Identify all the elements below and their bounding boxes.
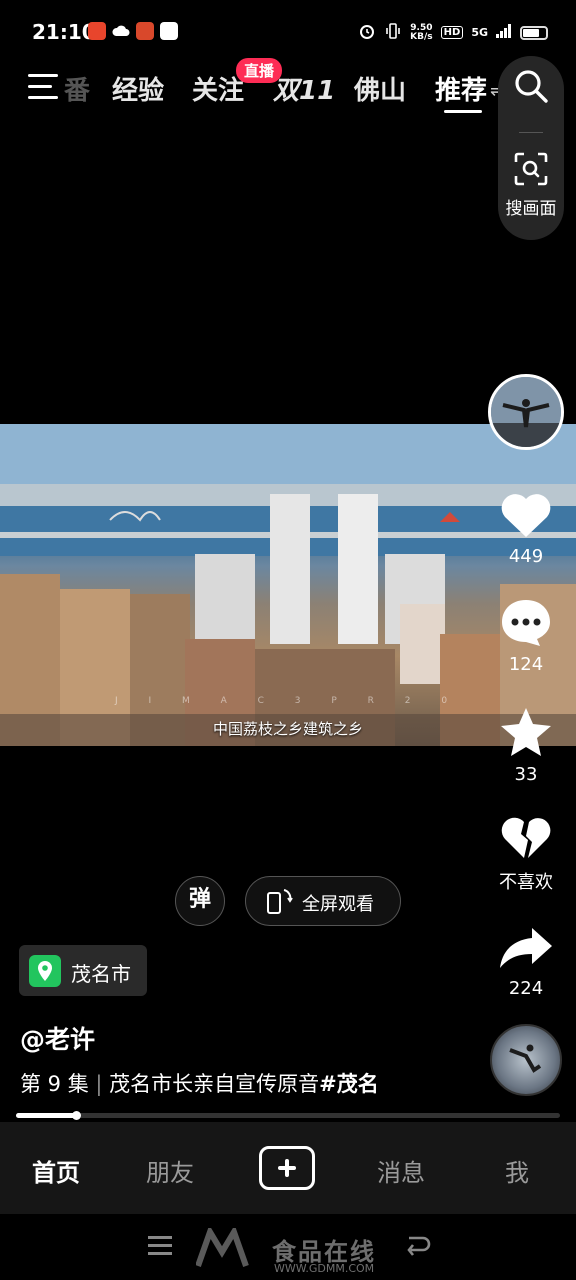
image-search-label[interactable]: 搜画面 [498,194,564,219]
search-icon[interactable] [513,68,549,108]
active-tab-indicator [444,110,482,113]
heart-icon [501,494,551,537]
menu-icon[interactable] [28,74,62,104]
tab-recommend[interactable]: 推荐 [435,70,487,107]
star-icon [501,708,551,756]
create-button[interactable] [259,1146,315,1190]
video-faint-text: J I M A C 3 P R 2 0 [114,696,462,706]
location-chip[interactable]: 茂名市 [19,945,147,996]
comment-count: 124 [508,654,544,675]
post-title: 茂名市长亲自宣传原音 [109,1072,320,1096]
nav-messages[interactable]: 消息 [377,1153,425,1188]
broken-heart-icon [501,817,551,858]
post-caption: 第 9 集 | 茂名市长亲自宣传原音#茂名 [20,1068,379,1098]
image-search-icon[interactable] [514,152,548,190]
like-button[interactable]: 449 [494,490,558,567]
hashtag-link[interactable]: #茂名 [319,1072,379,1096]
signal-icon [496,24,512,41]
cloud-icon [112,22,130,40]
status-time: 21:10 [32,20,96,44]
tab-partial[interactable]: 番 [64,70,90,107]
search-panel: 搜画面 [498,56,564,240]
nav-home[interactable]: 首页 [32,1153,80,1188]
favorite-count: 33 [514,764,538,785]
battery-icon [520,25,548,40]
author-avatar[interactable] [488,374,564,450]
playback-progress[interactable] [16,1111,560,1120]
music-disc[interactable] [490,1024,562,1096]
net-speed-unit: KB/s [410,31,433,42]
divider [519,132,543,133]
dislike-button[interactable]: 不喜欢 [494,812,558,894]
location-label: 茂名市 [71,962,131,986]
video-frame[interactable]: J I M A C 3 P R 2 0 中国荔枝之乡建筑之乡 [0,424,576,746]
app-notification-icon [88,22,106,40]
watermark-url: WWW.GDMM.COM [274,1262,375,1275]
tab-foshan[interactable]: 佛山 [354,70,406,107]
caption-separator: | [95,1072,103,1096]
status-bar: 21:10 9.50 KB/s HD 5G [0,0,576,62]
episode-number: 第 9 集 [20,1072,89,1096]
share-count: 224 [508,978,544,999]
nav-friends[interactable]: 朋友 [146,1153,194,1188]
location-pin-icon [29,955,61,987]
top-tab-bar: 番 经验 关注 直播 双11 佛山 推荐 ⇌ [0,58,505,122]
progress-handle[interactable] [72,1111,81,1120]
back-icon[interactable] [403,1234,431,1258]
tab-double11[interactable]: 双11 [273,70,335,107]
progress-fill [16,1113,76,1118]
tab-experience[interactable]: 经验 [112,70,164,107]
vibrate-icon [384,22,402,43]
favorite-button[interactable]: 33 [494,706,558,785]
bottom-nav: 首页 朋友 消息 我 [0,1122,576,1214]
status-indicators: 9.50 KB/s HD 5G [358,22,548,43]
hd-badge: HD [440,26,464,39]
rotate-screen-icon [267,889,293,914]
recent-apps-icon[interactable] [148,1236,172,1256]
app-notification-icon [160,22,178,40]
fullscreen-button[interactable]: 全屏观看 [245,876,401,926]
net-speed: 9.50 KB/s [410,23,433,42]
video-subtitle: 中国荔枝之乡建筑之乡 [212,720,363,738]
comment-icon [502,600,550,646]
network-type: 5G [471,26,488,39]
danmu-toggle[interactable]: 弹 [175,876,225,926]
app-notification-icon [136,22,154,40]
fullscreen-label: 全屏观看 [302,894,374,915]
alarm-icon [358,22,376,43]
dislike-label: 不喜欢 [499,872,553,893]
share-icon [500,928,552,968]
nav-me[interactable]: 我 [505,1153,529,1188]
like-count: 449 [508,546,544,567]
system-nav-bar: 食品在线 WWW.GDMM.COM [0,1214,576,1280]
author-name[interactable]: @老许 [20,1020,95,1056]
share-button[interactable]: 224 [494,924,558,999]
watermark-logo [196,1228,249,1267]
comment-button[interactable]: 124 [494,598,558,675]
